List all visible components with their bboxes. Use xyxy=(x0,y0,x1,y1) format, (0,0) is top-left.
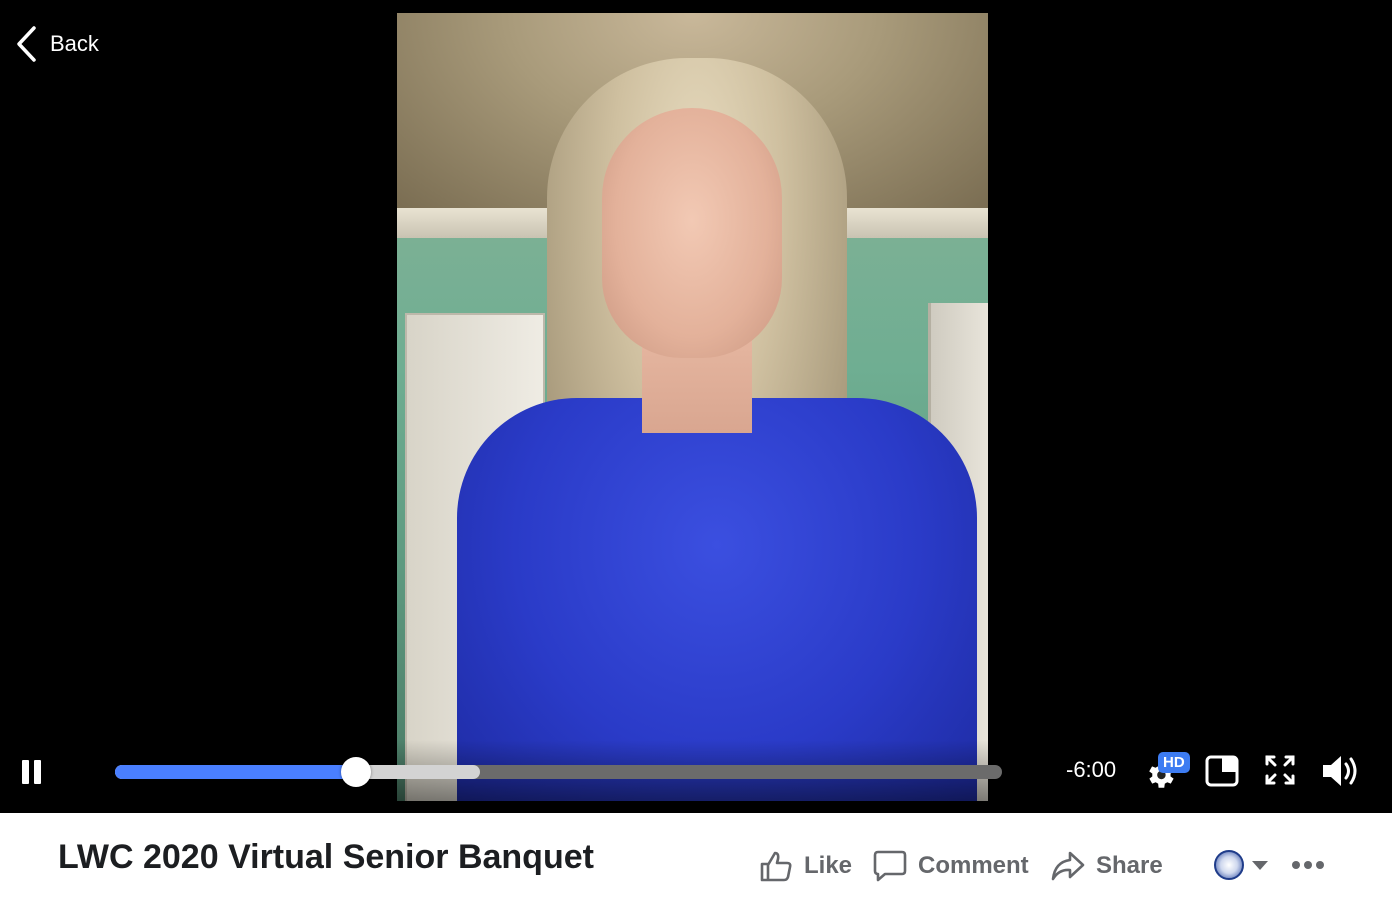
pause-button[interactable] xyxy=(22,760,44,784)
video-frame[interactable] xyxy=(397,13,988,801)
back-label: Back xyxy=(50,31,99,56)
pause-icon xyxy=(22,760,29,784)
picture-in-picture-icon[interactable] xyxy=(1205,754,1239,788)
chevron-left-icon xyxy=(17,26,36,62)
comment-label: Comment xyxy=(918,852,1029,879)
share-arrow-icon xyxy=(1051,851,1085,881)
progress-bar[interactable] xyxy=(115,757,1002,787)
like-label: Like xyxy=(804,852,853,879)
page-identity-switcher[interactable] xyxy=(1214,850,1268,880)
avatar xyxy=(1214,850,1244,880)
fullscreen-icon[interactable] xyxy=(1264,754,1296,786)
more-options-button[interactable] xyxy=(1292,850,1326,880)
time-remaining: -6:00 xyxy=(1066,757,1117,782)
video-subject-face xyxy=(602,108,782,358)
comment-button[interactable]: Comment xyxy=(872,848,1029,884)
progress-played xyxy=(115,765,357,779)
back-button[interactable]: Back xyxy=(14,24,99,64)
share-button[interactable]: Share xyxy=(1050,848,1163,884)
more-icon xyxy=(1292,861,1300,869)
caret-down-icon xyxy=(1252,860,1268,870)
thumbs-up-icon xyxy=(760,851,792,882)
video-player[interactable]: Back -6:00 HD xyxy=(0,0,1392,813)
hd-badge: HD xyxy=(1158,752,1190,773)
comment-icon xyxy=(873,850,907,882)
like-button[interactable]: Like xyxy=(758,848,852,884)
video-title: LWC 2020 Virtual Senior Banquet xyxy=(58,838,594,876)
volume-icon[interactable] xyxy=(1320,751,1362,791)
settings-button[interactable]: HD xyxy=(1143,752,1190,790)
share-label: Share xyxy=(1096,852,1163,879)
